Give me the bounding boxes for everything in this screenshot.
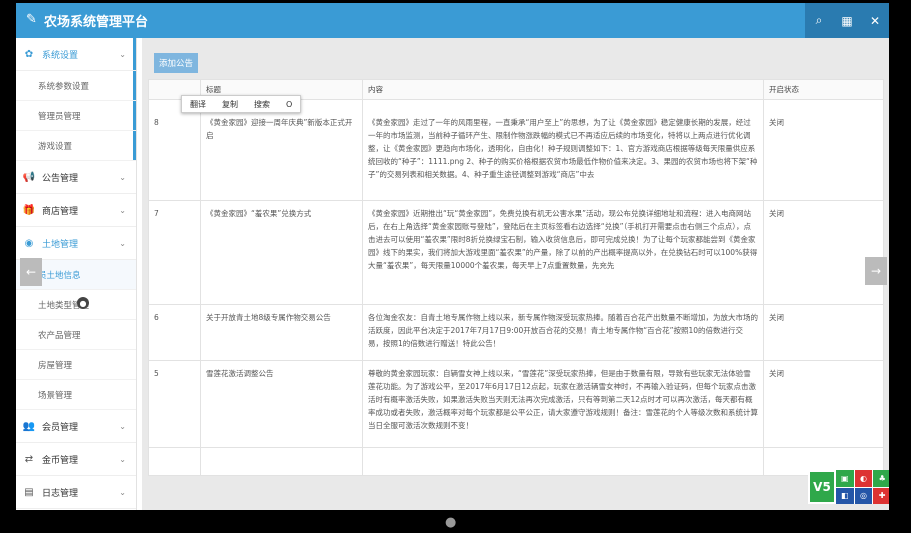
flag-cell: ▣ xyxy=(836,470,854,487)
column-header[interactable]: 内容 xyxy=(362,79,764,100)
menu-label: 商店管理 xyxy=(42,206,79,217)
flag-cell: ◎ xyxy=(854,487,873,504)
chevron-down-icon: ⌄ xyxy=(119,238,126,248)
table-row-empty xyxy=(148,447,884,476)
arrow-left-icon[interactable]: ← xyxy=(20,258,42,286)
chevron-down-icon: ⌄ xyxy=(119,49,126,59)
row-id: 5 xyxy=(148,360,201,448)
row-title: 《黄金家园》“羞农果”兑换方式 xyxy=(200,200,363,305)
close-icon[interactable]: ✕ xyxy=(861,3,889,38)
cursor-icon: ● xyxy=(77,297,89,309)
flags-icon[interactable]: ▣ ◐ ♣ ◧ ◎ ✚ xyxy=(836,470,889,504)
menu-system-settings[interactable]: ✿ 系统设置 ⌄ xyxy=(16,38,136,71)
apple-logo-icon: ● xyxy=(445,515,457,530)
table-row[interactable]: 5 雪莲花激活调整公告 尊敬的黄金家园玩家：自辆雪女神上线以来，“雪莲花”深受玩… xyxy=(148,360,884,448)
submenu-admin[interactable]: 管理员管理 xyxy=(16,101,136,131)
menu-label: 土地管理 xyxy=(42,239,79,250)
menu-label: 会员管理 xyxy=(42,422,79,433)
menu-label: 金币管理 xyxy=(42,455,79,466)
row-id: 7 xyxy=(148,200,201,305)
chevron-down-icon: ⌄ xyxy=(119,454,126,464)
table-row[interactable]: 6 关于开放青土地8级专属作物交易公告 各位淘金农友：自青土地专属作物上线以来，… xyxy=(148,304,884,361)
row-title: 关于开放青土地8级专属作物交易公告 xyxy=(200,304,363,361)
row-content: 《黄金家园》近期推出“玩“黄金家园”，免费兑换有机无公害水果”活动，现公布兑换详… xyxy=(362,200,764,305)
menu-land[interactable]: ◉ 土地管理 ⌄ xyxy=(16,227,136,260)
row-id: 6 xyxy=(148,304,201,361)
flag-cell: ◧ xyxy=(836,487,854,504)
search-icon[interactable]: ⌕ xyxy=(805,3,833,38)
chevron-down-icon: ⌄ xyxy=(119,205,126,215)
grid-icon[interactable]: ▦ xyxy=(833,3,861,38)
row-title: 雪莲花激活调整公告 xyxy=(200,360,363,448)
v5-badge-icon[interactable]: V5 xyxy=(808,470,836,504)
submenu-produce[interactable]: 农产品管理 xyxy=(16,320,136,350)
menu-shop[interactable]: 🎁 商店管理 ⌄ xyxy=(16,194,136,227)
chevron-down-icon: ⌄ xyxy=(119,487,126,497)
announcement-table: 标题 内容 开启状态 8 《黄金家园》迎接一周年庆典”新版本正式开启 《黄金家园… xyxy=(148,79,884,476)
app-window: ✎ 农场系统管理平台 ⌕ ▦ ✕ ✿ 系统设置 ⌄ 系统参数设置 管理员管理 游… xyxy=(16,3,889,510)
row-status: 关闭 xyxy=(763,99,884,201)
menu-member[interactable]: 👥 会员管理 ⌄ xyxy=(16,410,136,443)
row-status: 关闭 xyxy=(763,304,884,361)
submenu-scene[interactable]: 场景管理 xyxy=(16,380,136,410)
table-row[interactable]: 8 《黄金家园》迎接一周年庆典”新版本正式开启 《黄金家园》走过了一年的风雨里程… xyxy=(148,99,884,201)
menu-log[interactable]: ▤ 日志管理 ⌄ xyxy=(16,476,136,509)
row-id: 8 xyxy=(148,99,201,201)
row-content: 各位淘金农友：自青土地专属作物上线以来，新专属作物深受玩家热捧。随着百合花产出数… xyxy=(362,304,764,361)
ctx-translate[interactable]: 翻译 xyxy=(182,99,214,110)
ctx-search[interactable]: 搜索 xyxy=(246,99,278,110)
menu-announcement[interactable]: 📢 公告管理 ⌄ xyxy=(16,161,136,194)
ctx-more[interactable]: O xyxy=(278,100,300,109)
arrow-right-icon[interactable]: → xyxy=(865,257,887,285)
megaphone-icon: 📢 xyxy=(22,171,36,183)
chevron-down-icon: ⌄ xyxy=(119,421,126,431)
badge-group: V5 ▣ ◐ ♣ ◧ ◎ ✚ xyxy=(808,470,889,504)
users-icon: 👥 xyxy=(22,420,36,432)
chevron-down-icon: ⌄ xyxy=(119,172,126,182)
top-bar: ✎ 农场系统管理平台 ⌕ ▦ ✕ xyxy=(16,3,889,38)
globe-icon: ◉ xyxy=(24,237,34,249)
row-title: 《黄金家园》迎接一周年庆典”新版本正式开启 xyxy=(200,99,363,201)
row-status: 关闭 xyxy=(763,200,884,305)
flag-cell: ✚ xyxy=(873,487,889,504)
exchange-icon: ⇄ xyxy=(24,453,34,465)
empty-cell xyxy=(200,447,363,476)
flag-cell: ♣ xyxy=(873,470,889,487)
column-header[interactable]: 开启状态 xyxy=(763,79,884,100)
table-row[interactable]: 7 《黄金家园》“羞农果”兑换方式 《黄金家园》近期推出“玩“黄金家园”，免费兑… xyxy=(148,200,884,305)
submenu-land-type[interactable]: 土地类型管理 xyxy=(16,290,136,320)
ctx-copy[interactable]: 复制 xyxy=(214,99,246,110)
menu-coin[interactable]: ⇄ 金币管理 ⌄ xyxy=(16,443,136,476)
menu-label: 系统设置 xyxy=(42,50,79,61)
app-logo-icon: ✎ xyxy=(26,12,37,27)
app-title: 农场系统管理平台 xyxy=(44,15,149,30)
row-status: 关闭 xyxy=(763,360,884,448)
calendar-icon: ▤ xyxy=(24,486,34,498)
submenu-game-settings[interactable]: 游戏设置 xyxy=(16,131,136,161)
submenu-system-params[interactable]: 系统参数设置 xyxy=(16,71,136,101)
row-content: 尊敬的黄金家园玩家：自辆雪女神上线以来，“雪莲花”深受玩家热捧，但是由于数量有限… xyxy=(362,360,764,448)
context-menu: 翻译 复制 搜索 O xyxy=(181,95,302,113)
menu-label: 公告管理 xyxy=(42,173,79,184)
row-content: 《黄金家园》走过了一年的风雨里程，一直秉承“用户至上”的思想，为了让《黄金家园》… xyxy=(362,99,764,201)
empty-cell xyxy=(148,447,201,476)
flag-cell: ◐ xyxy=(854,470,873,487)
gift-icon: 🎁 xyxy=(22,204,36,216)
add-announcement-button[interactable]: 添加公告 xyxy=(154,53,198,73)
empty-cell xyxy=(362,447,764,476)
submenu-house[interactable]: 房屋管理 xyxy=(16,350,136,380)
menu-label: 日志管理 xyxy=(42,488,79,499)
palette-icon: ✿ xyxy=(24,48,34,60)
